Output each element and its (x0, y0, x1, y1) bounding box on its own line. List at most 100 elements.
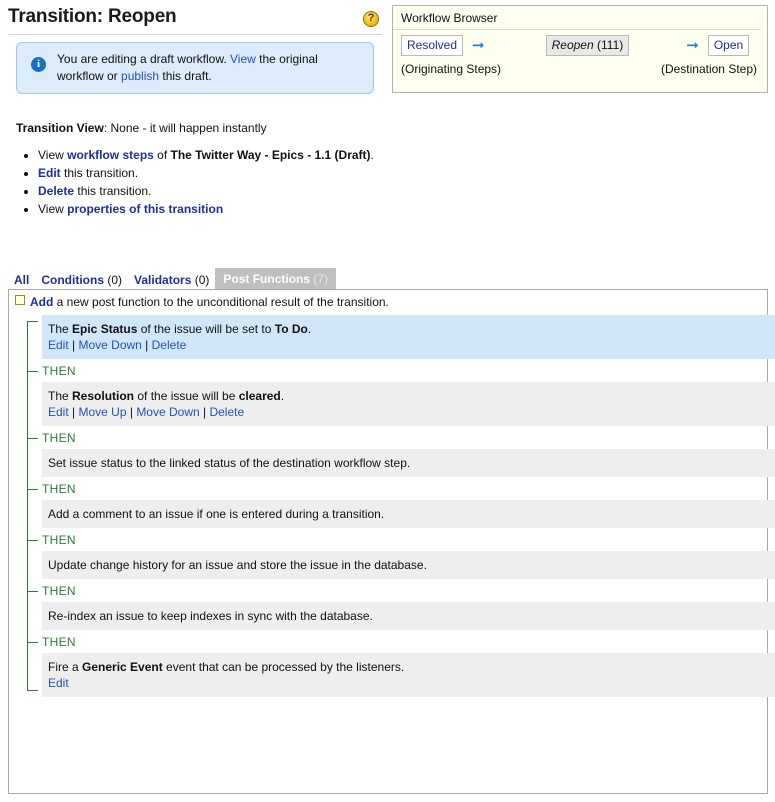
then-connector-6: THEN (19, 630, 767, 653)
pf-text-pre: Fire a (48, 660, 82, 674)
page-header: Transition: Reopen (8, 4, 382, 35)
bullet3-post: this transition. (74, 184, 151, 198)
action-edit-link[interactable]: Edit (48, 338, 69, 352)
add-box-icon[interactable] (15, 295, 25, 305)
tree-tick-bottom (27, 690, 38, 691)
action-separator: | (69, 405, 79, 419)
then-connector-4: THEN (19, 528, 767, 551)
pf-text-pre: The (48, 322, 72, 336)
originating-step-resolved[interactable]: Resolved (401, 35, 463, 56)
bullet1-post: . (371, 148, 374, 162)
action-delete-link[interactable]: Delete (209, 405, 244, 419)
page-title: Transition: Reopen (8, 4, 382, 35)
bullet1-pre: View (38, 148, 67, 162)
post-function-item: Update change history for an issue and s… (42, 551, 775, 579)
transition-tabs: All Conditions (0) Validators (0) Post F… (8, 268, 336, 291)
add-post-function-link[interactable]: Add (30, 295, 53, 309)
transition-view-value: : None - it will happen instantly (104, 121, 267, 135)
post-functions-panel: Add a new post function to the unconditi… (8, 289, 768, 794)
draft-banner-text-1: You are editing a draft workflow. (57, 52, 230, 66)
post-function-item: Re-index an issue to keep indexes in syn… (42, 602, 775, 630)
add-post-function-row: Add a new post function to the unconditi… (9, 290, 767, 315)
pf-text-post: . (281, 389, 284, 403)
pf-text-pre: The (48, 389, 72, 403)
action-move-down-link[interactable]: Move Down (136, 405, 199, 419)
tab-validators[interactable]: Validators (0) (128, 270, 215, 291)
action-separator: | (142, 338, 152, 352)
post-function-description: Add a comment to an issue if one is ente… (48, 506, 767, 522)
action-delete-link[interactable]: Delete (152, 338, 187, 352)
arrow-right-icon: ➞ (472, 39, 485, 53)
pf-text-bold-1: Epic Status (72, 322, 137, 336)
post-function-description: The Resolution of the issue will be clea… (48, 388, 767, 404)
add-post-function-text: a new post function to the unconditional… (53, 295, 389, 309)
workflow-steps-link[interactable]: workflow steps (67, 148, 154, 162)
bullet4-pre: View (38, 202, 67, 216)
tab-conditions[interactable]: Conditions (0) (35, 270, 128, 291)
post-function-description: Re-index an issue to keep indexes in syn… (48, 608, 767, 624)
post-function-actions: Edit (48, 675, 767, 691)
pf-text-pre: Update change history for an issue and s… (48, 558, 427, 572)
pf-text-bold-2: cleared (239, 389, 281, 403)
tab-conditions-count: (0) (107, 273, 122, 287)
arrow-right-icon-2: ➞ (686, 39, 699, 53)
tab-post-functions-count: (7) (313, 272, 328, 286)
tab-post-functions-label: Post Functions (223, 272, 310, 286)
action-move-up-link[interactable]: Move Up (78, 405, 126, 419)
post-function-description: Update change history for an issue and s… (48, 557, 767, 573)
post-function-item: Fire a Generic Event event that can be p… (42, 653, 775, 697)
action-separator: | (200, 405, 210, 419)
tab-all[interactable]: All (8, 270, 35, 291)
tab-validators-count: (0) (195, 273, 210, 287)
list-item-delete-transition: Delete this transition. (38, 183, 418, 200)
destination-step-caption: (Destination Step) (661, 62, 757, 76)
pf-text-pre: Set issue status to the linked status of… (48, 456, 410, 470)
originating-steps-caption: (Originating Steps) (401, 62, 501, 76)
info-icon: i (31, 57, 46, 72)
current-transition-chip: Reopen (111) (546, 35, 630, 56)
pf-text-mid: of the issue will be (134, 389, 239, 403)
tab-post-functions[interactable]: Post Functions (7) (215, 268, 336, 291)
list-item-view-workflow-steps: View workflow steps of The Twitter Way -… (38, 147, 418, 164)
view-original-workflow-link[interactable]: View (230, 52, 256, 66)
bullet1-mid: of (154, 148, 171, 162)
transition-view-line: Transition View: None - it will happen i… (16, 121, 267, 135)
pf-text-pre: Re-index an issue to keep indexes in syn… (48, 609, 373, 623)
then-connector-5: THEN (19, 579, 767, 602)
pf-text-bold-1: Generic Event (82, 660, 163, 674)
pf-text-mid: of the issue will be set to (137, 322, 274, 336)
publish-draft-link[interactable]: publish (121, 69, 159, 83)
transition-properties-link[interactable]: properties of this transition (67, 202, 223, 216)
tab-all-label: All (14, 273, 29, 287)
list-item-edit-transition: Edit this transition. (38, 165, 418, 182)
bullet2-post: this transition. (61, 166, 138, 180)
tree-tick-top (27, 321, 38, 322)
list-item-transition-properties: View properties of this transition (38, 201, 418, 218)
transition-actions-list: View workflow steps of The Twitter Way -… (16, 147, 418, 219)
draft-banner-text-3: this draft. (159, 69, 212, 83)
edit-transition-link[interactable]: Edit (38, 166, 61, 180)
post-function-actions: Edit | Move Down | Delete (48, 337, 767, 353)
pf-text-post: . (308, 322, 311, 336)
current-transition-id: (111) (597, 38, 623, 52)
workflow-browser-panel: Workflow Browser Resolved ➞ Reopen (111)… (392, 5, 768, 93)
pf-text-bold-2: To Do (275, 322, 308, 336)
transition-view-label: Transition View (16, 121, 104, 135)
current-transition-name: Reopen (552, 38, 594, 52)
action-move-down-link[interactable]: Move Down (78, 338, 141, 352)
workflow-browser-title: Workflow Browser (393, 6, 761, 30)
post-function-actions: Edit | Move Up | Move Down | Delete (48, 404, 767, 420)
post-function-description: Fire a Generic Event event that can be p… (48, 659, 767, 675)
action-edit-link[interactable]: Edit (48, 405, 69, 419)
pf-text-pre: Add a comment to an issue if one is ente… (48, 507, 384, 521)
action-separator: | (69, 338, 79, 352)
post-function-item: Set issue status to the linked status of… (42, 449, 775, 477)
post-function-description: The Epic Status of the issue will be set… (48, 321, 767, 337)
help-question-icon[interactable]: ? (363, 11, 379, 27)
post-function-description: Set issue status to the linked status of… (48, 455, 767, 471)
destination-step-open[interactable]: Open (708, 35, 749, 56)
draft-banner-text: You are editing a draft workflow. View t… (57, 52, 318, 83)
action-edit-link[interactable]: Edit (48, 676, 69, 690)
workflow-name: The Twitter Way - Epics - 1.1 (Draft) (171, 148, 371, 162)
delete-transition-link[interactable]: Delete (38, 184, 74, 198)
